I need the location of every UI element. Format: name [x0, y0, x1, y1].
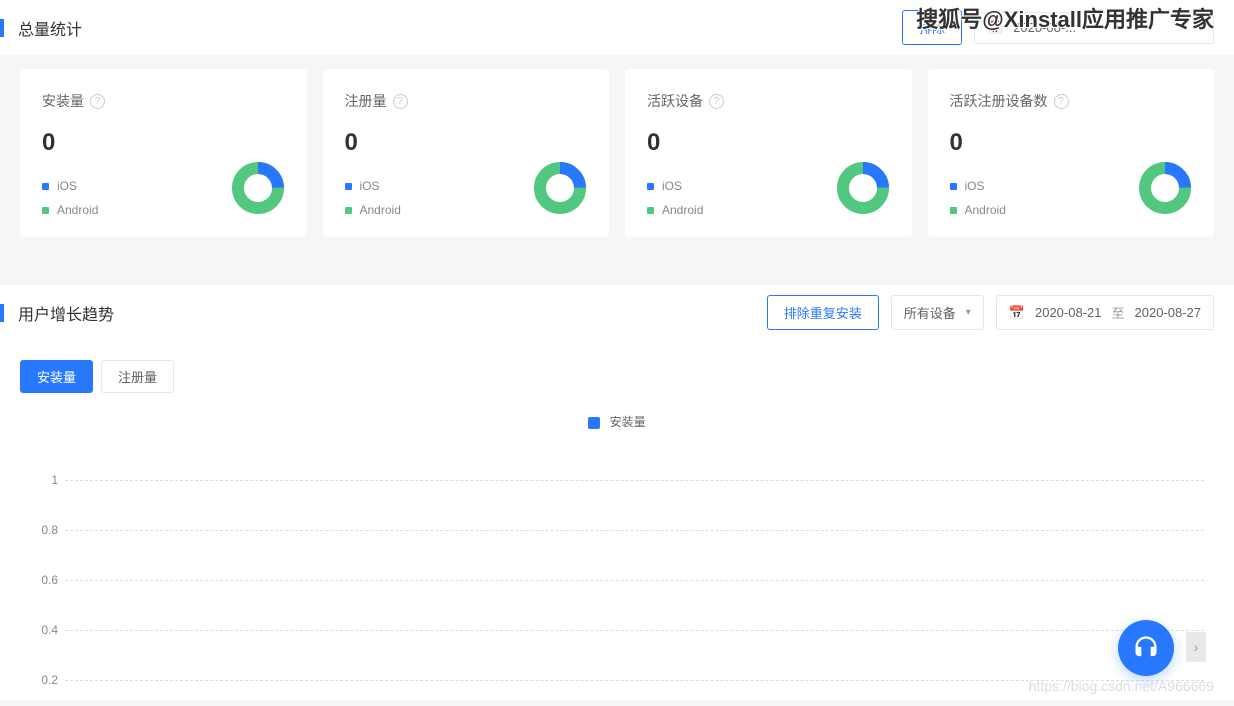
date-range-text: 2020-08-... [1013, 20, 1076, 35]
stat-card-value: 0 [950, 129, 1193, 157]
stat-card-label: 安装量 ? [42, 91, 285, 111]
stat-label-text: 活跃设备 [647, 91, 703, 111]
y-axis-tick: 0.4 [30, 623, 58, 637]
legend-text: iOS [662, 179, 682, 193]
date-start: 2020-08-21 [1035, 305, 1102, 320]
section-user-growth: 用户增长趋势 排除重复安装 所有设备 ▾ 📅 2020-08-21 至 2020… [0, 285, 1234, 700]
section-header: 用户增长趋势 排除重复安装 所有设备 ▾ 📅 2020-08-21 至 2020… [0, 285, 1234, 340]
donut-chart [1138, 161, 1192, 215]
dot-icon [647, 183, 654, 190]
dot-icon [345, 207, 352, 214]
date-end: 2020-08-27 [1135, 305, 1202, 320]
stat-label-text: 安装量 [42, 91, 84, 111]
support-button[interactable] [1118, 620, 1174, 676]
chevron-down-icon: ▾ [966, 307, 971, 318]
stat-card: 活跃注册设备数 ? 0 iOS Android [928, 69, 1215, 237]
stat-card: 活跃设备 ? 0 iOS Android [625, 69, 912, 237]
chevron-right-icon: › [1194, 639, 1199, 655]
chart-legend: 安装量 [0, 403, 1234, 430]
title-accent-bar [0, 19, 4, 37]
legend-color-box [588, 417, 600, 429]
stat-label-text: 注册量 [345, 91, 387, 111]
date-range-picker[interactable]: 📅 2020-08-21 至 2020-08-27 [996, 295, 1214, 330]
tab-install[interactable]: 安装量 [20, 360, 93, 393]
section-title: 总量统计 [18, 16, 82, 40]
tab-register[interactable]: 注册量 [101, 360, 174, 393]
legend-text: iOS [57, 179, 77, 193]
title-accent-bar [0, 304, 4, 322]
help-icon[interactable]: ? [393, 94, 408, 109]
dot-icon [647, 207, 654, 214]
donut-chart [533, 161, 587, 215]
legend-text: Android [662, 203, 703, 217]
exclude-button[interactable]: 排除 [902, 10, 962, 45]
help-icon[interactable]: ? [709, 94, 724, 109]
stat-card: 安装量 ? 0 iOS Android [20, 69, 307, 237]
grid-line [65, 630, 1204, 631]
donut-chart [836, 161, 890, 215]
legend-text: iOS [360, 179, 380, 193]
legend-text: Android [965, 203, 1006, 217]
stat-card-label: 活跃设备 ? [647, 91, 890, 111]
section-total-stats: 总量统计 排除 📅 2020-08-... [0, 0, 1234, 55]
help-icon[interactable]: ? [90, 94, 105, 109]
help-icon[interactable]: ? [1054, 94, 1069, 109]
stat-card-value: 0 [345, 129, 588, 157]
metric-tabs: 安装量 注册量 [0, 340, 1234, 403]
section-header: 总量统计 排除 📅 2020-08-... [0, 0, 1234, 55]
grid-line [65, 530, 1204, 531]
y-axis-tick: 0.8 [30, 523, 58, 537]
dot-icon [950, 183, 957, 190]
legend-label: 安装量 [610, 415, 646, 429]
device-select[interactable]: 所有设备 ▾ [891, 295, 984, 330]
y-axis-tick: 0.6 [30, 573, 58, 587]
grid-line [65, 580, 1204, 581]
stat-cards-row: 安装量 ? 0 iOS Android 注册量 ? 0 iOS Android [0, 55, 1234, 267]
stat-card-label: 活跃注册设备数 ? [950, 91, 1193, 111]
stat-card-label: 注册量 ? [345, 91, 588, 111]
date-range-picker[interactable]: 📅 2020-08-... [974, 12, 1214, 44]
donut-chart [231, 161, 285, 215]
legend-text: iOS [965, 179, 985, 193]
stat-card-value: 0 [42, 129, 285, 157]
dot-icon [42, 207, 49, 214]
grid-line [65, 680, 1204, 681]
legend-text: Android [360, 203, 401, 217]
y-axis-tick: 0.2 [30, 673, 58, 687]
dot-icon [42, 183, 49, 190]
dot-icon [345, 183, 352, 190]
stat-card-value: 0 [647, 129, 890, 157]
exclude-duplicate-button[interactable]: 排除重复安装 [767, 295, 879, 330]
stat-label-text: 活跃注册设备数 [950, 91, 1048, 111]
side-arrow-button[interactable]: › [1186, 632, 1206, 662]
calendar-icon: 📅 [1009, 305, 1025, 321]
stat-card: 注册量 ? 0 iOS Android [323, 69, 610, 237]
legend-text: Android [57, 203, 98, 217]
date-sep: 至 [1111, 303, 1124, 322]
y-axis: 1 0.8 0.6 0.4 0.2 [30, 460, 58, 700]
dot-icon [950, 207, 957, 214]
section-gap [0, 267, 1234, 285]
device-select-label: 所有设备 [904, 303, 956, 322]
headset-icon [1132, 634, 1160, 662]
section-title: 用户增长趋势 [18, 301, 114, 325]
calendar-icon: 📅 [987, 20, 1003, 36]
y-axis-tick: 1 [30, 473, 58, 487]
grid-line [65, 480, 1204, 481]
chart-area: 1 0.8 0.6 0.4 0.2 [0, 430, 1234, 700]
